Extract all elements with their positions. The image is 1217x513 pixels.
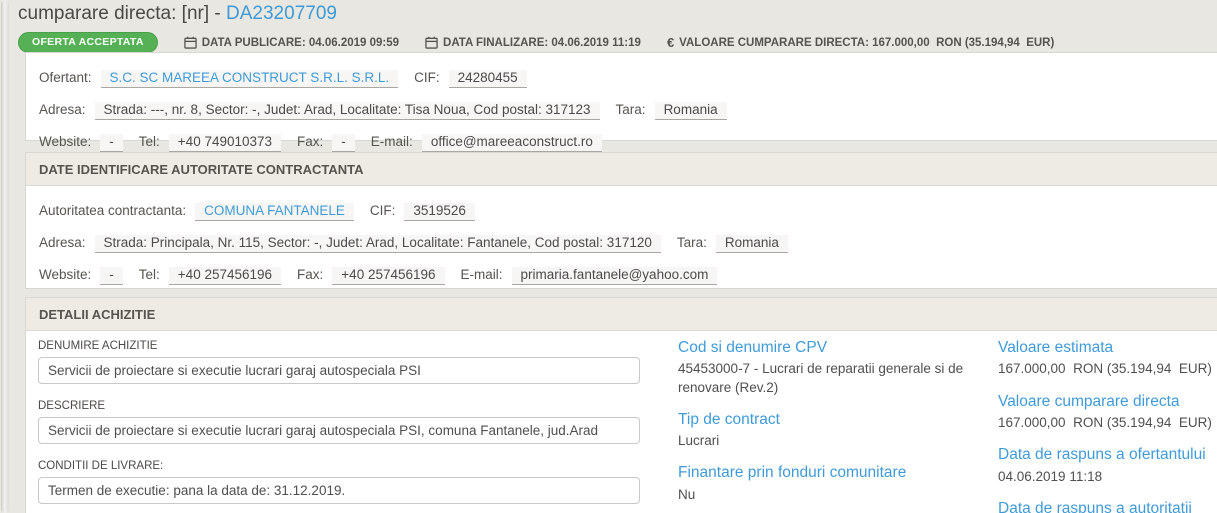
procurement-id-link[interactable]: DA23207709 [226,3,337,24]
info-block-cpv: Cod si denumire CPV 45453000-7 - Lucrari… [678,338,970,397]
cif-value: 3519526 [404,203,475,221]
cpv-title[interactable]: Cod si denumire CPV [678,338,970,357]
authority-link[interactable]: COMUNA FANTANELE [195,203,354,221]
details-form-column: DENUMIRE ACHIZITIE Servicii de proiectar… [38,340,640,513]
details-info-middle-column: Cod si denumire CPV 45453000-7 - Lucrari… [678,338,970,513]
scrollbar[interactable] [1,0,9,513]
email-label: E-mail: [371,134,413,149]
meta-data-publicare: DATA PUBLICARE: 04.06.2019 09:59 [184,36,399,49]
meta-row: OFERTA ACCEPTATA DATA PUBLICARE: 04.06.2… [18,32,1217,53]
cif-label: CIF: [370,203,396,218]
cif-value: 24280455 [449,70,527,88]
offerer-row-2: Adresa: Strada: ---, nr. 8, Sector: -, J… [39,102,1205,120]
tara-label: Tara: [677,235,707,250]
finantare-title[interactable]: Finantare prin fonduri comunitare [678,463,970,482]
calendar-icon [184,36,197,49]
tip-contract-title[interactable]: Tip de contract [678,410,970,429]
authority-section-title: DATE IDENTIFICARE AUTORITATE CONTRACTANT… [26,153,1217,186]
offerer-company-link[interactable]: S.C. SC MAREEA CONSTRUCT S.R.L. S.R.L. [101,70,399,88]
adresa-value: Strada: Principala, Nr. 115, Sector: -, … [95,235,661,253]
valoare-estimata-title[interactable]: Valoare estimata [998,338,1217,357]
details-box: DETALII ACHIZITIE DENUMIRE ACHIZITIE Ser… [25,297,1217,513]
adresa-label: Adresa: [39,235,86,250]
offerer-box: Ofertant: S.C. SC MAREEA CONSTRUCT S.R.L… [25,52,1217,141]
valoare-cumparare-value: 167.000,00 RON (35.194,94 EUR) [998,414,1217,432]
meta-label: DATA FINALIZARE: [443,37,548,49]
adresa-value: Strada: ---, nr. 8, Sector: -, Judet: Ar… [95,102,600,120]
offerer-row-1: Ofertant: S.C. SC MAREEA CONSTRUCT S.R.L… [39,70,1205,88]
form-field-denumire: DENUMIRE ACHIZITIE Servicii de proiectar… [38,340,640,384]
meta-label: DATA PUBLICARE: [202,37,306,49]
authority-row-3: Website: - Tel: +40 257456196 Fax: +40 2… [39,267,1205,285]
fax-label: Fax: [297,134,323,149]
meta-value: 04.06.2019 09:59 [306,37,399,49]
info-block-raspuns-ofertant: Data de raspuns a ofertantului 04.06.201… [998,445,1217,486]
meta-value: 04.06.2019 11:19 [548,37,641,49]
email-label: E-mail: [461,267,503,282]
authority-row-1: Autoritatea contractanta: COMUNA FANTANE… [39,203,1205,221]
adresa-label: Adresa: [39,102,86,117]
autoritate-label: Autoritatea contractanta: [39,203,186,218]
authority-box: DATE IDENTIFICARE AUTORITATE CONTRACTANT… [25,152,1217,289]
offerer-row-3: Website: - Tel: +40 749010373 Fax: - E-m… [39,134,1205,152]
info-block-tip-contract: Tip de contract Lucrari [678,410,970,451]
euro-icon: € [667,35,674,50]
info-block-valoare-estimata: Valoare estimata 167.000,00 RON (35.194,… [998,338,1217,379]
tel-label: Tel: [139,267,160,282]
fax-value: +40 257456196 [332,267,444,285]
website-value: - [100,134,123,152]
denumire-label: DENUMIRE ACHIZITIE [38,340,640,352]
descriere-label: DESCRIERE [38,400,640,412]
fax-label: Fax: [297,267,323,282]
calendar-icon [425,36,438,49]
denumire-input[interactable]: Servicii de proiectare si executie lucra… [38,357,640,384]
authority-row-2: Adresa: Strada: Principala, Nr. 115, Sec… [39,235,1205,253]
info-block-finantare: Finantare prin fonduri comunitare Nu [678,463,970,504]
info-block-raspuns-autoritate: Data de raspuns a autoritatii contractan… [998,499,1217,513]
raspuns-ofertant-value: 04.06.2019 11:18 [998,468,1217,486]
info-block-valoare-cumparare: Valoare cumparare directa 167.000,00 RON… [998,392,1217,433]
cpv-value: 45453000-7 - Lucrari de reparatii genera… [678,360,970,396]
valoare-estimata-value: 167.000,00 RON (35.194,94 EUR) [998,360,1217,378]
form-field-descriere: DESCRIERE Servicii de proiectare si exec… [38,400,640,444]
website-label: Website: [39,134,91,149]
email-value: office@mareeaconstruct.ro [422,134,602,152]
page: cumparare directa: [nr] - DA23207709 OFE… [0,0,1217,513]
meta-valoare: € VALOARE CUMPARARE DIRECTA: 167.000,00 R… [667,35,1054,50]
website-label: Website: [39,267,91,282]
raspuns-autoritate-title[interactable]: Data de raspuns a autoritatii contractan… [998,499,1217,513]
cif-label: CIF: [414,70,440,85]
meta-data-finalizare: DATA FINALIZARE: 04.06.2019 11:19 [425,36,641,49]
tara-label: Tara: [616,102,646,117]
raspuns-ofertant-title[interactable]: Data de raspuns a ofertantului [998,445,1217,464]
tara-value: Romania [655,102,727,120]
page-title-text: cumparare directa: [nr] - [18,3,226,24]
valoare-cumparare-title[interactable]: Valoare cumparare directa [998,392,1217,411]
email-value: primaria.fantanele@yahoo.com [512,267,718,285]
meta-label: VALOARE CUMPARARE DIRECTA: [679,37,869,49]
page-title: cumparare directa: [nr] - DA23207709 [18,3,1217,25]
website-value: - [100,267,123,285]
tel-value: +40 749010373 [169,134,281,152]
finantare-value: Nu [678,486,970,504]
conditii-label: CONDITII DE LIVRARE: [38,460,640,472]
tip-contract-value: Lucrari [678,432,970,450]
fax-value: - [332,134,355,152]
details-info-right-column: Valoare estimata 167.000,00 RON (35.194,… [998,338,1217,513]
form-field-conditii: CONDITII DE LIVRARE: Termen de executie:… [38,460,640,504]
descriere-input[interactable]: Servicii de proiectare si executie lucra… [38,417,640,444]
conditii-input[interactable]: Termen de executie: pana la data de: 31.… [38,477,640,504]
tel-value: +40 257456196 [169,267,281,285]
status-badge: OFERTA ACCEPTATA [18,32,158,53]
tel-label: Tel: [139,134,160,149]
tara-value: Romania [716,235,788,253]
meta-value: 167.000,00 RON (35.194,94 EUR) [869,37,1054,49]
ofertant-label: Ofertant: [39,70,92,85]
page-header: cumparare directa: [nr] - DA23207709 OFE… [18,3,1217,53]
details-section-title: DETALII ACHIZITIE [26,298,1217,331]
